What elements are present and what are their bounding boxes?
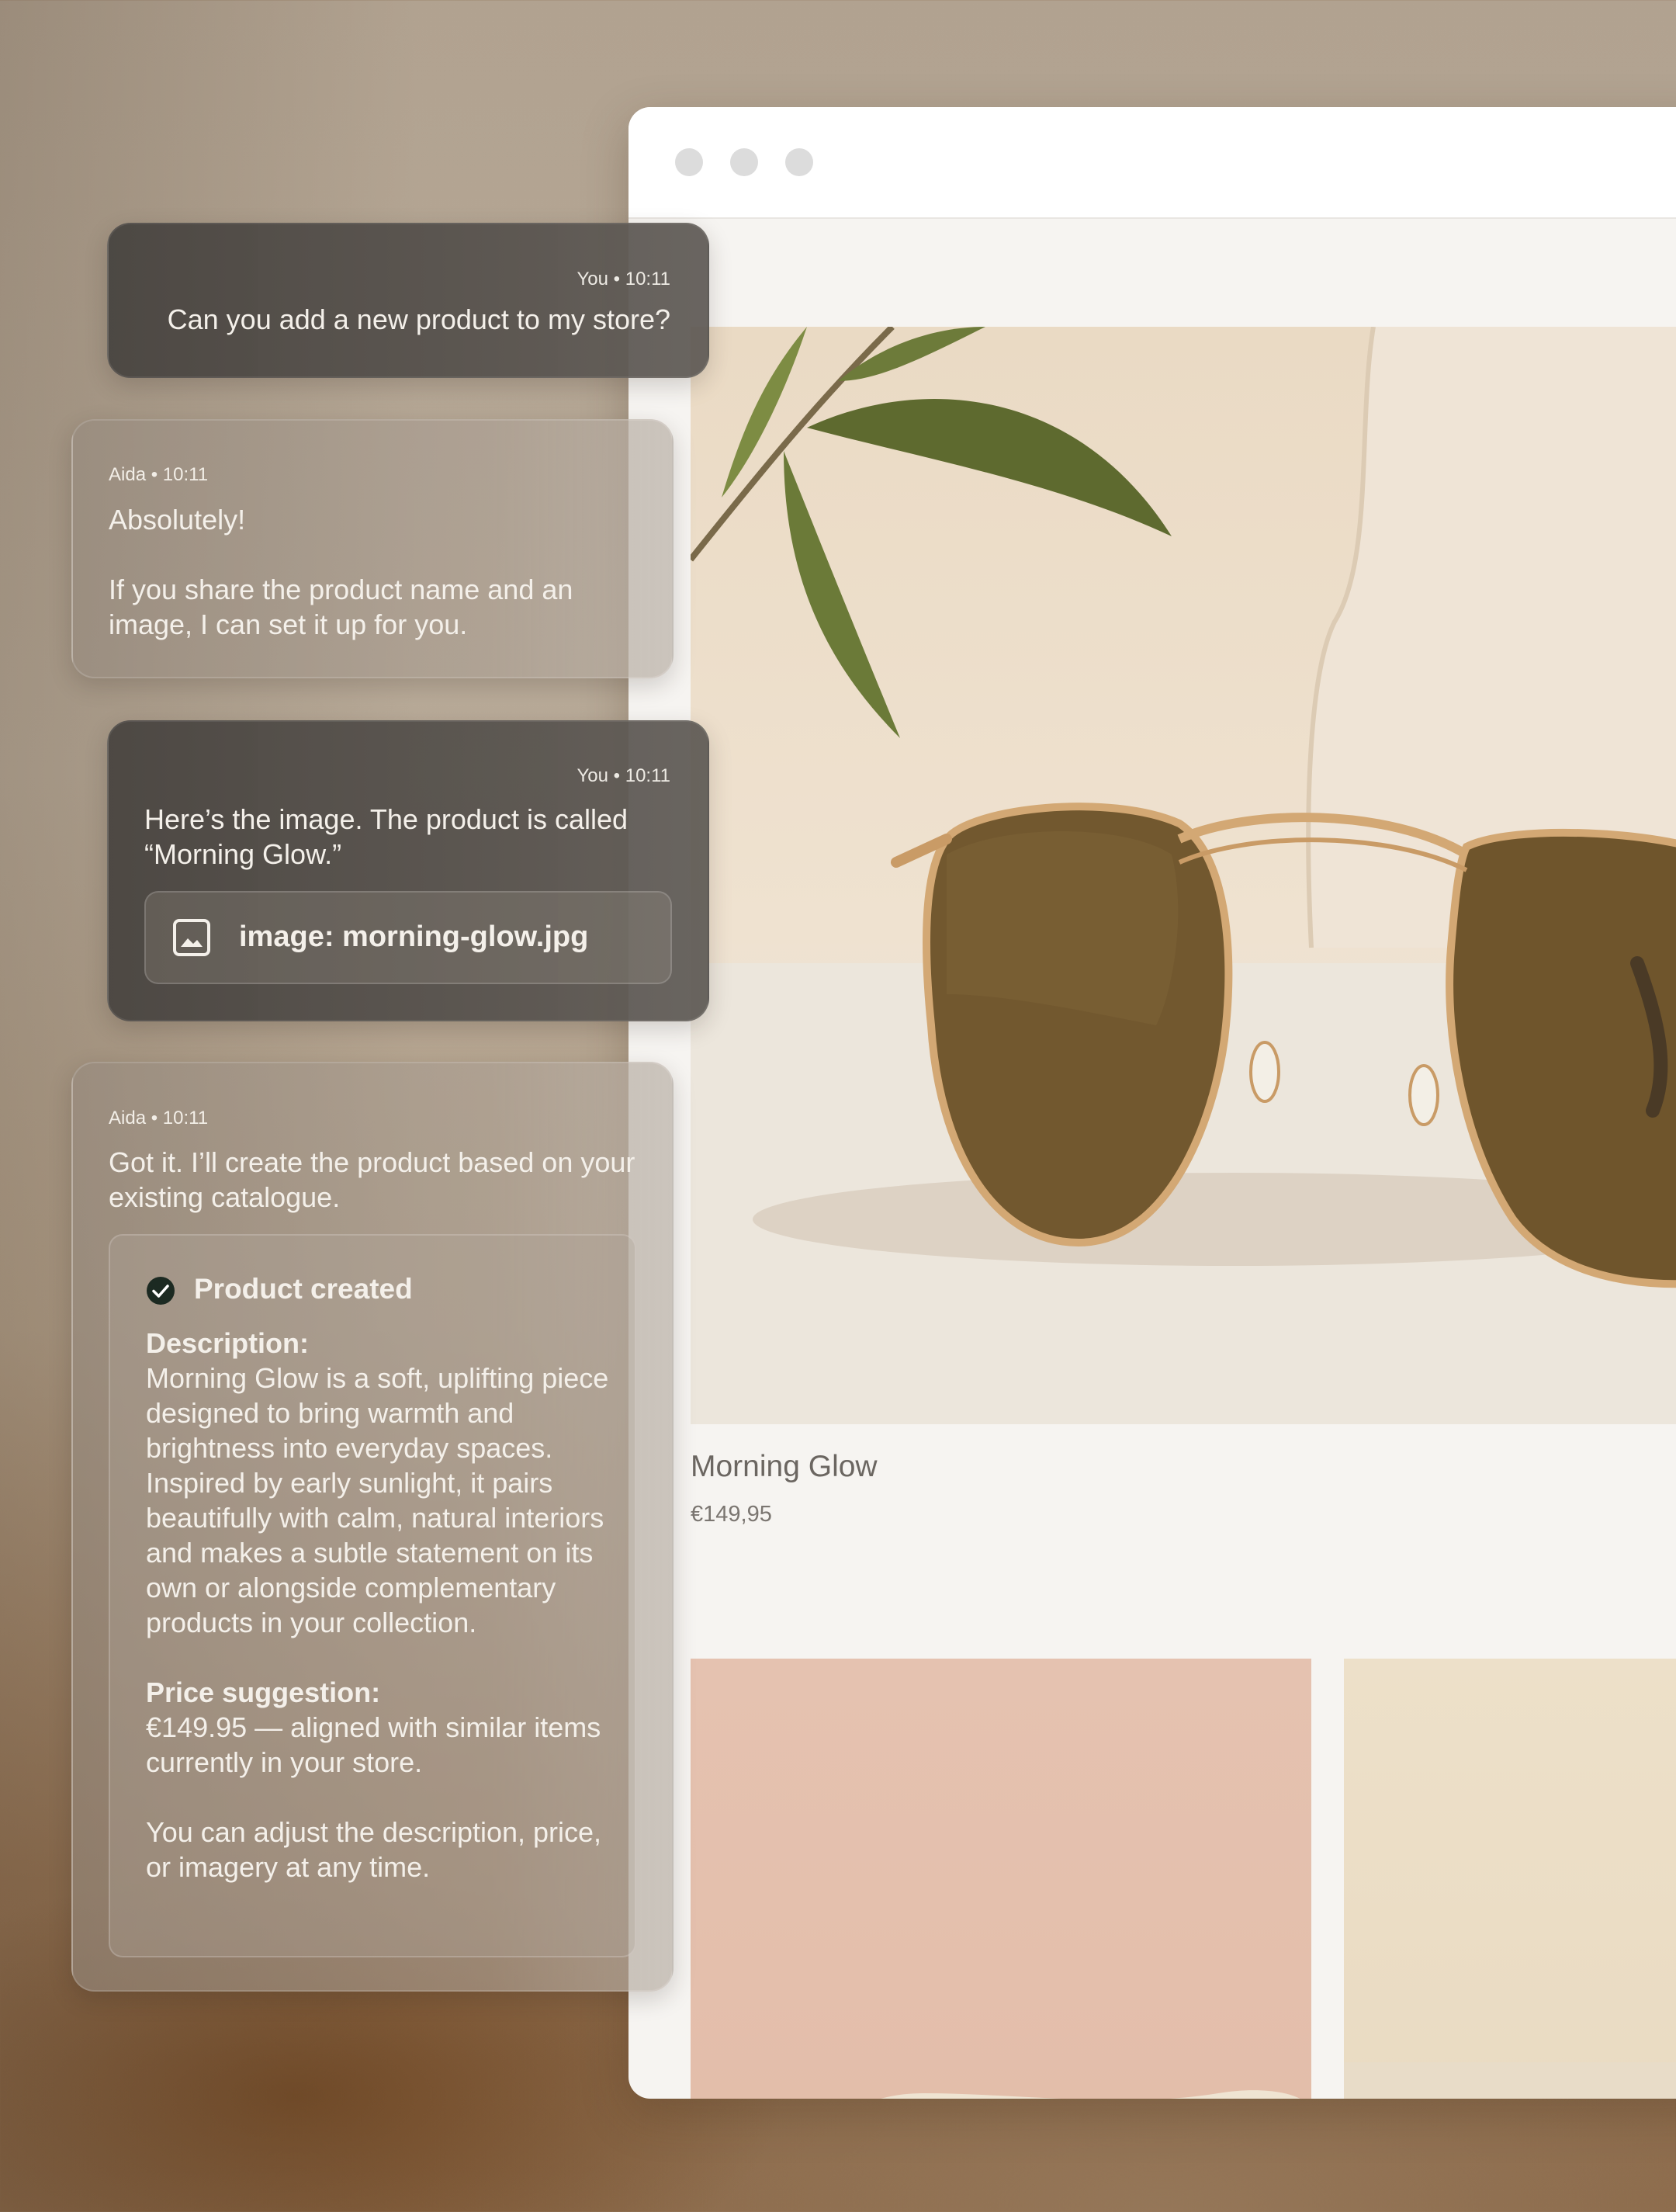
attachment-filename: image: morning-glow.jpg [239, 921, 589, 953]
sunglasses-thumbnail [881, 2090, 1300, 2099]
product-thumbnail-art [1344, 2062, 1676, 2099]
window-minimize-dot[interactable] [730, 148, 758, 176]
message-meta: You • 10:11 [577, 765, 670, 786]
browser-titlebar [628, 107, 1676, 219]
product-thumbnail-1[interactable] [691, 1659, 1311, 2099]
card-title: Product created [194, 1273, 413, 1305]
chat-message-assistant: Aida • 10:11 Absolutely! If you share th… [71, 419, 674, 678]
message-text: Got it. I’ll create the product based on… [109, 1146, 635, 1213]
message-text: Can you add a new product to my store? [167, 303, 670, 335]
product-hero-image[interactable] [691, 327, 1676, 1424]
chat-message-user: You • 10:11 Here’s the image. The produc… [107, 720, 709, 1021]
check-circle-icon [146, 1276, 175, 1309]
product-created-card: Product created Description: Morning Glo… [109, 1234, 636, 1957]
attachment-chip[interactable]: image: morning-glow.jpg [144, 891, 672, 984]
message-text: If you share the product name and an ima… [109, 574, 573, 640]
card-footer-text: You can adjust the description, price, o… [146, 1816, 602, 1883]
product-title[interactable]: Morning Glow [691, 1450, 878, 1484]
message-meta: You • 10:11 [577, 269, 670, 290]
description-label: Description: [146, 1327, 310, 1359]
message-text: Absolutely! [109, 504, 246, 536]
chat-message-assistant: Aida • 10:11 Got it. I’ll create the pro… [71, 1062, 674, 1992]
message-text: Here’s the image. The product is called … [144, 803, 628, 870]
message-meta: Aida • 10:11 [109, 464, 209, 485]
window-close-dot[interactable] [675, 148, 703, 176]
card-body: Description: Morning Glow is a soft, upl… [146, 1326, 619, 1884]
description-text: Morning Glow is a soft, uplifting piece … [146, 1362, 609, 1638]
price-suggestion-text: €149.95 — aligned with similar items cur… [146, 1711, 601, 1778]
window-maximize-dot[interactable] [785, 148, 813, 176]
product-thumbnail-2[interactable] [1344, 1659, 1676, 2099]
price-suggestion-label: Price suggestion: [146, 1676, 381, 1708]
message-meta: Aida • 10:11 [109, 1108, 209, 1129]
product-price: €149,95 [691, 1502, 772, 1527]
sunglasses-illustration [691, 327, 1676, 1424]
browser-window: Morning Glow €149,95 [628, 107, 1676, 2099]
image-icon [172, 918, 211, 961]
chat-message-user: You • 10:11 Can you add a new product to… [107, 223, 709, 378]
